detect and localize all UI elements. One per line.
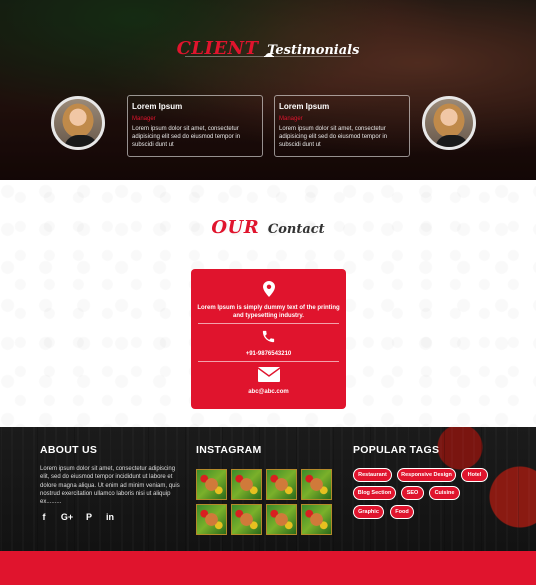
testimonial-role: Manager <box>132 116 156 122</box>
tag-cuisine[interactable]: Cuisine <box>429 486 460 500</box>
contact-section: OUR Contact Lorem Ipsum is simply dummy … <box>0 180 536 427</box>
instagram-photo[interactable] <box>301 469 332 500</box>
testimonial-card-1: Lorem Ipsum Manager Lorem ipsum dolor si… <box>127 95 263 157</box>
linkedin-icon[interactable]: in <box>104 511 116 523</box>
facebook-icon[interactable]: f <box>38 511 50 523</box>
tag-blog-section[interactable]: Blog Section <box>353 486 396 500</box>
instagram-heading: INSTAGRAM <box>196 444 262 456</box>
phone-icon <box>262 330 275 343</box>
instagram-photo[interactable] <box>231 504 262 535</box>
instagram-photo[interactable] <box>231 469 262 500</box>
contact-title-accent: OUR <box>211 217 260 238</box>
testimonial-text: Lorem ipsum dolor sit amet, consectetur … <box>132 126 241 148</box>
testimonial-name: Lorem Ipsum <box>279 102 330 111</box>
popular-tags-heading: POPULAR TAGS <box>353 444 440 456</box>
contact-title: OUR Contact <box>0 212 536 240</box>
testimonial-card-2: Lorem Ipsum Manager Lorem ipsum dolor si… <box>274 95 410 157</box>
contact-divider <box>198 323 339 324</box>
testimonial-avatar-1 <box>51 96 105 150</box>
contact-email[interactable]: abc@abc.com <box>197 367 340 396</box>
testimonial-name: Lorem Ipsum <box>132 102 183 111</box>
instagram-photo[interactable] <box>196 504 227 535</box>
tag-seo[interactable]: SEO <box>401 486 424 500</box>
phone-text: +91-9876543210 <box>245 351 292 357</box>
contact-title-rest: Contact <box>267 222 325 237</box>
contact-card: Lorem Ipsum is simply dummy text of the … <box>191 269 346 409</box>
instagram-photo[interactable] <box>266 504 297 535</box>
tag-hotel[interactable]: Hotel <box>461 468 488 482</box>
location-pin-icon <box>262 281 275 297</box>
envelope-icon <box>257 367 280 382</box>
instagram-photo[interactable] <box>301 504 332 535</box>
tag-responsive-design[interactable]: Responsive Design <box>397 468 456 482</box>
tag-restaurant[interactable]: Restaurant <box>353 468 392 482</box>
about-heading: ABOUT US <box>40 444 98 456</box>
footer: ABOUT US Lorem ipsum dolor sit amet, con… <box>0 427 536 551</box>
contact-phone[interactable]: +91-9876543210 <box>197 329 340 358</box>
tag-graphic[interactable]: Graphic <box>353 505 384 519</box>
testimonial-role: Manager <box>279 116 303 122</box>
pinterest-icon[interactable]: P <box>83 511 95 523</box>
testimonial-text: Lorem ipsum dolor sit amet, consectetur … <box>279 126 388 148</box>
address-text: Lorem Ipsum is simply dummy text of the … <box>197 305 340 319</box>
tag-food[interactable]: Food <box>390 505 414 519</box>
email-text: abc@abc.com <box>248 389 289 395</box>
about-text: Lorem ipsum dolor sit amet, consectetur … <box>40 466 180 506</box>
contact-address: Lorem Ipsum is simply dummy text of the … <box>197 281 340 320</box>
instagram-photo[interactable] <box>196 469 227 500</box>
bottom-bar <box>0 551 536 585</box>
testimonial-avatar-2 <box>422 96 476 150</box>
instagram-photo[interactable] <box>266 469 297 500</box>
contact-divider <box>198 361 339 362</box>
cloche-icon <box>264 53 274 57</box>
google-plus-icon[interactable]: G+ <box>60 511 74 523</box>
testimonials-section: CLIENT Testimonials Lorem Ipsum Manager … <box>0 0 536 180</box>
